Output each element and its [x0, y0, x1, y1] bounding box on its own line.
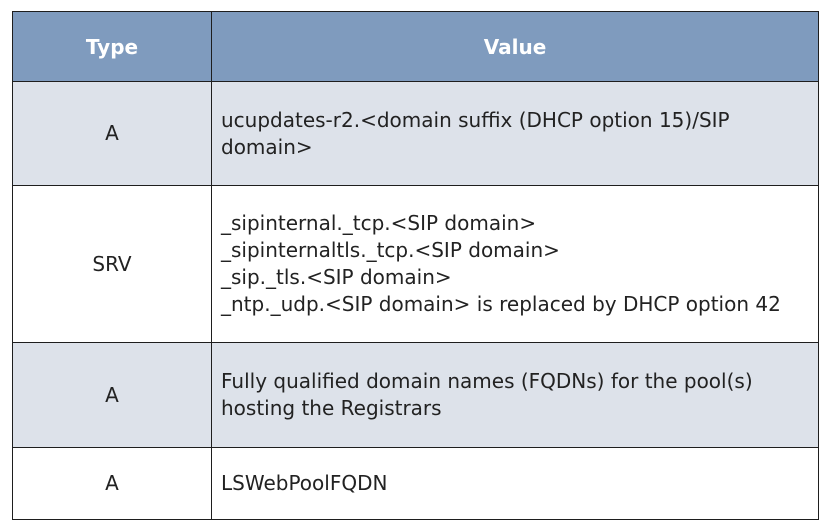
value-line: domain> [221, 134, 313, 159]
table-row: A LSWebPoolFQDN [12, 447, 819, 520]
value-line: _sipinternal._tcp.<SIP domain> [221, 211, 537, 235]
value-line: _sip._tls.<SIP domain> [221, 265, 452, 289]
record-value-cell: Fully qualified domain names (FQDNs) for… [211, 342, 819, 448]
header-row: Type Value [12, 11, 819, 82]
value-line: _sipinternaltls._tcp.<SIP domain> [221, 238, 560, 262]
record-type-cell: A [12, 447, 212, 520]
record-value-cell: ucupdates-r2.<domain suffix (DHCP option… [211, 81, 819, 186]
value-line: _ntp._udp.<SIP domain> is replaced by DH… [221, 292, 781, 316]
record-value-cell: LSWebPoolFQDN [211, 447, 819, 520]
table-row: A Fully qualified domain names (FQDNs) f… [12, 342, 819, 448]
value-line: hosting the Registrars [221, 396, 442, 420]
record-type-cell: A [12, 342, 212, 448]
dns-records-table-container: Type Value A ucupdates-r2.<domain suffix… [12, 11, 819, 520]
dns-records-table: Type Value A ucupdates-r2.<domain suffix… [12, 11, 819, 520]
value-line: ucupdates-r2.<domain suffix (DHCP option… [221, 107, 730, 132]
table-row: SRV _sipinternal._tcp.<SIP domain> _sipi… [12, 185, 819, 343]
type-column-header: Type [12, 11, 212, 82]
record-type-cell: A [12, 81, 212, 186]
record-value-cell: _sipinternal._tcp.<SIP domain> _sipinter… [211, 185, 819, 343]
table-row: A ucupdates-r2.<domain suffix (DHCP opti… [12, 81, 819, 186]
value-column-header: Value [211, 11, 819, 82]
value-line: LSWebPoolFQDN [221, 471, 388, 495]
record-type-cell: SRV [12, 185, 212, 343]
value-line: Fully qualified domain names (FQDNs) for… [221, 369, 753, 393]
